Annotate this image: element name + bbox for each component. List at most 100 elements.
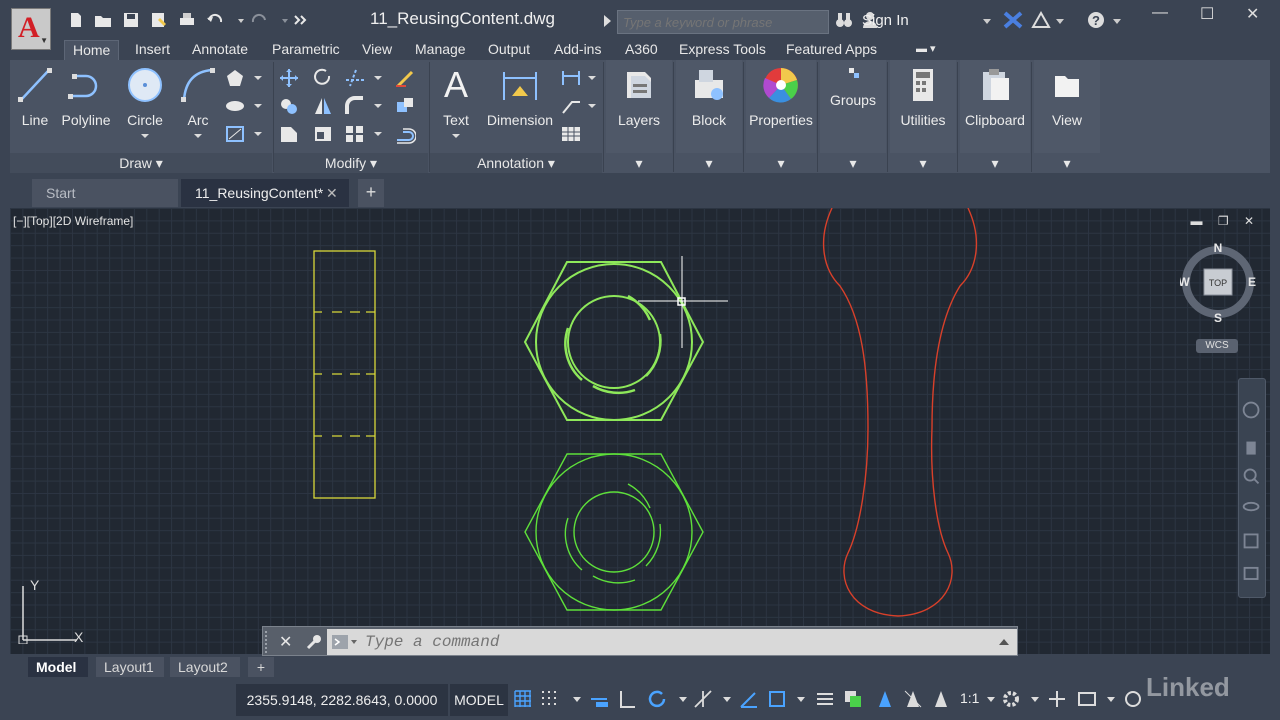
close-command-line-icon[interactable]: ✕ (279, 632, 292, 652)
utilities-button[interactable]: Utilities (894, 66, 952, 128)
new-tab-button[interactable]: + (358, 179, 384, 207)
leader-dropdown-icon[interactable] (588, 104, 596, 108)
model-space-button[interactable]: MODEL (450, 684, 508, 716)
add-layout-button[interactable]: + (248, 657, 274, 677)
file-tab-start[interactable]: Start (32, 179, 178, 207)
erase-icon[interactable] (394, 68, 416, 88)
rotate-icon[interactable] (312, 68, 334, 88)
utilities-panel-footer[interactable]: ▾ (890, 153, 956, 173)
stretch-icon[interactable] (278, 124, 300, 144)
search-box[interactable] (617, 10, 829, 34)
command-input[interactable] (365, 629, 965, 655)
view-button[interactable]: View (1042, 66, 1092, 128)
search-expand-icon[interactable] (604, 15, 611, 27)
customize-toolbar-icon[interactable] (292, 12, 310, 28)
annotation-monitor-icon[interactable] (1046, 688, 1068, 710)
linear-dimension-dropdown-icon[interactable] (588, 76, 596, 80)
table-icon[interactable] (560, 124, 582, 144)
showmotion-icon[interactable] (1243, 533, 1259, 549)
line-button[interactable]: Line (14, 66, 56, 128)
layers-panel-footer[interactable]: ▾ (606, 153, 672, 173)
ellipse-icon[interactable] (224, 96, 246, 116)
properties-panel-footer[interactable]: ▾ (746, 153, 816, 173)
units-icon[interactable] (1076, 688, 1098, 710)
close-window-button[interactable]: ✕ (1246, 4, 1259, 24)
text-button[interactable]: A Text (436, 66, 476, 138)
copy-icon[interactable] (278, 96, 300, 116)
command-prompt-icon[interactable] (331, 634, 359, 650)
fillet-dropdown-icon[interactable] (374, 104, 382, 108)
viewcube[interactable]: TOP N S E W (1178, 241, 1256, 325)
block-panel-footer[interactable]: ▾ (676, 153, 742, 173)
orbit-icon[interactable] (1242, 501, 1260, 512)
coordinates-readout[interactable]: 2355.9148, 2282.8643, 0.0000 (236, 684, 448, 716)
wcs-menu[interactable]: WCS (1196, 339, 1238, 353)
plot-icon[interactable] (178, 12, 196, 28)
tab-manage[interactable]: Manage (407, 40, 474, 60)
groups-panel-footer[interactable]: ▾ (820, 153, 886, 173)
sign-in-dropdown-icon[interactable] (982, 11, 992, 29)
drawing-canvas[interactable]: [−][Top][2D Wireframe] ▬ ❐ ✕ TOP N S E W… (10, 208, 1270, 654)
tab-featured-apps[interactable]: Featured Apps (778, 40, 885, 60)
text-dropdown-icon[interactable] (452, 134, 460, 138)
file-tab-document[interactable]: 11_ReusingContent* (181, 179, 349, 207)
grid-icon[interactable] (512, 688, 534, 710)
fillet-icon[interactable] (344, 96, 366, 116)
annotation-visibility-icon[interactable] (874, 688, 896, 710)
move-icon[interactable] (278, 68, 300, 88)
binoculars-icon[interactable] (834, 11, 854, 29)
units-dropdown-icon[interactable] (1100, 688, 1115, 710)
command-history-icon[interactable] (999, 639, 1009, 645)
viewcube-east[interactable]: E (1248, 275, 1256, 289)
tab-a360[interactable]: A360 (617, 40, 666, 60)
explode-icon[interactable] (394, 96, 416, 116)
scale-icon[interactable] (312, 124, 334, 144)
properties-button[interactable]: Properties (748, 66, 814, 128)
new-file-icon[interactable] (67, 12, 85, 28)
command-input-box[interactable] (327, 629, 1017, 655)
object-snap-dropdown-icon[interactable] (790, 688, 805, 710)
viewcube-north[interactable]: N (1214, 241, 1223, 255)
close-tab-icon[interactable]: ✕ (326, 185, 338, 202)
help-button[interactable]: ? (1086, 11, 1106, 29)
block-button[interactable]: Block (684, 66, 734, 128)
tab-express-tools[interactable]: Express Tools (671, 40, 774, 60)
offset-icon[interactable] (394, 124, 417, 144)
dynamic-input-icon[interactable] (588, 688, 610, 710)
array-dropdown-icon[interactable] (374, 132, 382, 136)
tab-model[interactable]: Model (28, 657, 88, 677)
modify-panel-footer[interactable]: Modify ▾ (274, 153, 428, 173)
save-icon[interactable] (122, 12, 140, 28)
hatch-icon[interactable] (224, 124, 246, 144)
isometric-dropdown-icon[interactable] (716, 688, 731, 710)
tab-add-ins[interactable]: Add-ins (546, 40, 609, 60)
polar-dropdown-icon[interactable] (672, 688, 687, 710)
sign-in-link[interactable]: Sign In (862, 12, 909, 29)
annotation-scale-value[interactable]: 1:1 (960, 690, 979, 706)
object-snap-tracking-icon[interactable] (738, 688, 760, 710)
polygon-icon[interactable] (224, 68, 246, 88)
tab-home[interactable]: Home (64, 40, 120, 60)
circle-dropdown-icon[interactable] (141, 134, 149, 138)
isometric-drafting-icon[interactable] (692, 688, 714, 710)
polyline-button[interactable]: Polyline (60, 66, 112, 128)
auto-scale-icon[interactable] (902, 688, 924, 710)
dimension-button[interactable]: Dimension (484, 66, 556, 128)
arc-button[interactable]: Arc (178, 66, 218, 138)
mirror-icon[interactable] (312, 96, 334, 116)
annotation-panel-footer[interactable]: Annotation ▾ (430, 153, 602, 173)
circle-button[interactable]: Circle (122, 66, 168, 138)
undo-dropdown-icon[interactable] (232, 12, 244, 28)
array-icon[interactable] (344, 124, 366, 144)
object-snap-icon[interactable] (766, 688, 788, 710)
redo-dropdown-icon[interactable] (276, 12, 288, 28)
pan-icon[interactable] (1246, 441, 1256, 455)
tab-output[interactable]: Output (480, 40, 538, 60)
undo-icon[interactable] (206, 12, 224, 28)
ortho-mode-icon[interactable] (616, 688, 638, 710)
view-panel-footer[interactable]: ▾ (1034, 153, 1100, 173)
layers-button[interactable]: Layers (614, 66, 664, 128)
restore-button[interactable]: ☐ (1200, 4, 1214, 24)
scale-dropdown-icon[interactable] (980, 688, 995, 710)
steering-wheel-icon[interactable] (1242, 401, 1260, 419)
